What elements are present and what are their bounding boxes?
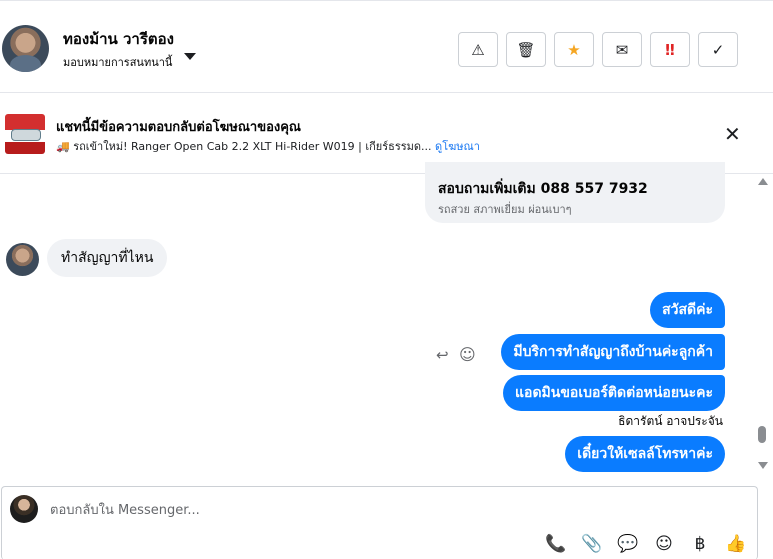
trash-icon: 🗑: [516, 40, 536, 59]
composer-tools: 📞 📎 💬 ☺ ฿ 👍: [545, 534, 747, 554]
header-actions: ⚠ 🗑 ★ ✉ ‼ ✓: [458, 32, 738, 67]
paperclip-icon[interactable]: 📎: [581, 534, 603, 554]
emoji-icon[interactable]: ☺: [653, 534, 675, 554]
my-avatar: [10, 495, 38, 523]
react-icon[interactable]: ☺: [459, 345, 476, 364]
ad-card-title: สอบถามเพิ่มเติม 088 557 7932: [438, 181, 648, 197]
scroll-down-arrow-icon[interactable]: [758, 462, 768, 469]
urgent-button[interactable]: ‼: [650, 32, 690, 67]
thumbs-up-icon[interactable]: 👍: [725, 534, 747, 554]
ad-thumbnail[interactable]: [5, 114, 45, 154]
star-icon: ★: [567, 40, 581, 59]
ad-banner-title: แชทนี้มีข้อความตอบกลับต่อโฆษณาของคุณ: [56, 120, 301, 135]
sender-name: ธิดารัตน์ อาจประจัน: [618, 414, 723, 428]
saved-reply-icon[interactable]: 💬: [617, 534, 639, 554]
view-ad-link[interactable]: ดูโฆษณา: [435, 140, 480, 153]
call-add-icon[interactable]: 📞: [545, 534, 567, 554]
reply-input[interactable]: [50, 500, 690, 520]
double-exclamation-icon: ‼: [665, 40, 675, 59]
chevron-down-icon[interactable]: [184, 53, 196, 60]
contact-avatar-small: [6, 243, 39, 276]
mark-done-button[interactable]: ✓: [698, 32, 738, 67]
ad-banner-description-row: 🚚 รถเข้าใหม่! Ranger Open Cab 2.2 XLT Hi…: [56, 137, 480, 155]
ad-card-subtitle: รถสวย สภาพเยี่ยม ผ่อนเบาๆ: [438, 203, 572, 216]
warning-icon: ⚠: [471, 40, 485, 59]
contact-avatar[interactable]: [2, 25, 49, 72]
scroll-up-arrow-icon[interactable]: [758, 178, 768, 185]
scrollbar-thumb[interactable]: [758, 426, 766, 443]
outgoing-message: สวัสดีค่ะ: [650, 292, 725, 328]
contact-name[interactable]: ทองม้าน วารีตอง: [63, 27, 174, 51]
delete-button[interactable]: 🗑: [506, 32, 546, 67]
reply-icon[interactable]: ↩: [436, 346, 449, 364]
close-icon[interactable]: ✕: [724, 122, 741, 146]
outgoing-message: เดี๋ยวให้เซลล์โทรหาค่ะ: [565, 436, 725, 472]
email-button[interactable]: ✉: [602, 32, 642, 67]
ad-message-card: สอบถามเพิ่มเติม 088 557 7932 รถสวย สภาพเ…: [425, 162, 725, 223]
ad-description: 🚚 รถเข้าใหม่! Ranger Open Cab 2.2 XLT Hi…: [56, 140, 432, 153]
spam-button[interactable]: ⚠: [458, 32, 498, 67]
baht-payment-icon[interactable]: ฿: [689, 534, 711, 554]
incoming-message: ทำสัญญาที่ไหน: [47, 239, 168, 277]
assign-conversation-label[interactable]: มอบหมายการสนทนานี้: [63, 53, 172, 71]
check-icon: ✓: [711, 40, 725, 59]
outgoing-message: แอดมินขอเบอร์ติดต่อหน่อยนะคะ: [503, 375, 725, 411]
star-button[interactable]: ★: [554, 32, 594, 67]
outgoing-message: มีบริการทำสัญญาถึงบ้านค่ะลูกค้า: [501, 334, 725, 370]
conversation-header: ทองม้าน วารีตอง มอบหมายการสนทนานี้ ⚠ 🗑 ★…: [0, 5, 773, 93]
envelope-icon: ✉: [615, 40, 629, 59]
